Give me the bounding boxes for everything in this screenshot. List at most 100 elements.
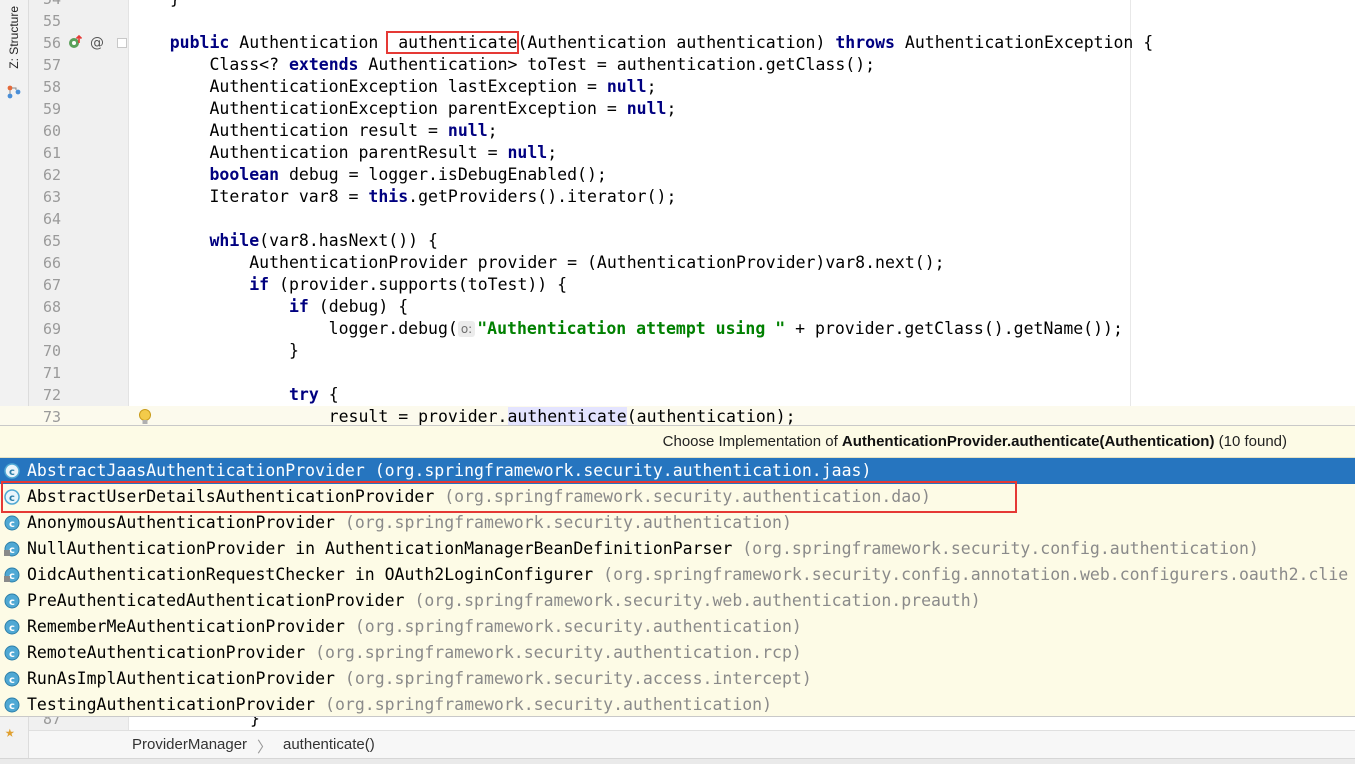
code-token: AuthenticationException lastException = xyxy=(130,77,607,96)
popup-title-prefix: Choose Implementation of xyxy=(662,433,842,450)
implementation-class-name: AnonymousAuthenticationProvider xyxy=(27,513,335,532)
implementation-class-name: TestingAuthenticationProvider xyxy=(27,695,316,714)
implementation-item[interactable]: c NullAuthenticationProvider in Authentic… xyxy=(0,536,1355,562)
code-token: (provider.supports(toTest)) { xyxy=(269,275,568,294)
code-line[interactable]: 61 Authentication parentResult = null; xyxy=(0,142,1355,164)
code-line[interactable]: 68 if (debug) { xyxy=(0,296,1355,318)
implementation-label: AnonymousAuthenticationProvider (org.spr… xyxy=(27,510,792,536)
implementation-class-name: RemoteAuthenticationProvider xyxy=(27,643,306,662)
code-text: Class<? extends Authentication> toTest =… xyxy=(130,54,875,76)
code-token: null xyxy=(606,77,647,96)
code-token: { xyxy=(318,385,339,404)
line-number: 58 xyxy=(42,78,61,96)
implements-method-icon[interactable] xyxy=(68,35,83,50)
code-line[interactable]: 72 try { xyxy=(0,384,1355,406)
implementation-label: TestingAuthenticationProvider (org.sprin… xyxy=(27,692,773,716)
code-line[interactable]: 62 boolean debug = logger.isDebugEnabled… xyxy=(0,164,1355,186)
status-bar xyxy=(0,758,1355,764)
implementation-class-name: RunAsImplAuthenticationProvider xyxy=(27,669,335,688)
code-line[interactable]: 71 xyxy=(0,362,1355,384)
fold-toggle-icon[interactable] xyxy=(117,38,127,48)
implementation-package: (org.springframework.security.authentica… xyxy=(344,513,792,532)
breadcrumb-class[interactable]: ProviderManager xyxy=(132,736,247,753)
code-line[interactable]: 69 logger.debug(o: "Authentication attemp… xyxy=(0,318,1355,340)
code-token: (Authentication authentication) xyxy=(517,33,836,52)
implementation-item[interactable]: c OidcAuthenticationRequestChecker in OAu… xyxy=(0,562,1355,588)
annotation-at-icon[interactable]: @ xyxy=(90,33,104,53)
code-line[interactable]: 64 xyxy=(0,208,1355,230)
code-token: AuthenticationException parentException … xyxy=(130,99,627,118)
code-text: if (provider.supports(toTest)) { xyxy=(130,274,567,296)
implementation-label: AbstractJaasAuthenticationProvider (org.… xyxy=(27,458,871,484)
implementation-item[interactable]: c RunAsImplAuthenticationProvider (org.sp… xyxy=(0,666,1355,692)
code-token: (debug) { xyxy=(308,297,409,316)
implementation-class-name: AbstractUserDetailsAuthenticationProvide… xyxy=(27,487,435,506)
code-token: "Authentication attempt using " xyxy=(477,319,786,338)
implementation-item[interactable]: c AbstractUserDetailsAuthenticationProvid… xyxy=(0,484,1355,510)
breadcrumb-method[interactable]: authenticate() xyxy=(283,736,375,753)
code-token: authenticate xyxy=(507,407,627,426)
code-token: try xyxy=(288,385,319,404)
parameter-hint: o: xyxy=(457,321,476,337)
code-token: .getProviders().iterator(); xyxy=(408,187,677,206)
implementation-item[interactable]: c PreAuthenticatedAuthenticationProvider … xyxy=(0,588,1355,614)
code-line[interactable]: 63 Iterator var8 = this.getProviders().i… xyxy=(0,186,1355,208)
class-icon: c xyxy=(4,697,20,713)
code-token: + provider.getClass().getName()); xyxy=(785,319,1123,338)
implementation-item[interactable]: c AnonymousAuthenticationProvider (org.sp… xyxy=(0,510,1355,536)
code-line: 54 } xyxy=(0,0,1355,10)
code-token: throws xyxy=(835,33,895,52)
implementation-list: c AbstractJaasAuthenticationProvider (org… xyxy=(0,458,1355,716)
line-number: 60 xyxy=(42,122,61,140)
code-line[interactable]: 55 xyxy=(0,10,1355,32)
code-token: result = provider. xyxy=(130,407,508,426)
class-icon: c xyxy=(4,671,20,687)
code-line[interactable]: 67 if (provider.supports(toTest)) { xyxy=(0,274,1355,296)
code-line: 87 } xyxy=(29,717,1355,730)
line-number: 56 xyxy=(42,34,61,52)
implementation-item[interactable]: c RemoteAuthenticationProvider (org.sprin… xyxy=(0,640,1355,666)
line-number: 55 xyxy=(42,12,61,30)
class-icon: c xyxy=(4,515,20,531)
code-line[interactable]: 65 while(var8.hasNext()) { xyxy=(0,230,1355,252)
code-text: AuthenticationException parentException … xyxy=(130,98,676,120)
code-text: boolean debug = logger.isDebugEnabled(); xyxy=(130,164,607,186)
implementation-item[interactable]: c AbstractJaasAuthenticationProvider (org… xyxy=(0,458,1355,484)
code-line[interactable]: 59 AuthenticationException parentExcepti… xyxy=(0,98,1355,120)
lightbulb-icon[interactable] xyxy=(138,408,152,426)
code-line[interactable]: 56 public Authentication authenticate(Au… xyxy=(0,31,1355,54)
implementation-label: RememberMeAuthenticationProvider (org.sp… xyxy=(27,614,802,640)
implementation-package: (org.springframework.security.config.ann… xyxy=(603,565,1349,584)
line-number: 67 xyxy=(42,276,61,294)
code-line[interactable]: 58 AuthenticationException lastException… xyxy=(0,76,1355,98)
code-text: } xyxy=(130,340,299,362)
code-line[interactable]: 57 Class<? extends Authentication> toTes… xyxy=(0,54,1355,76)
implementation-item[interactable]: c RememberMeAuthenticationProvider (org.s… xyxy=(0,614,1355,640)
implementation-label: NullAuthenticationProvider in Authentica… xyxy=(27,536,1259,562)
implementation-package: (org.springframework.security.authentica… xyxy=(325,695,773,714)
popup-title-count: (10 found) xyxy=(1214,433,1287,450)
breadcrumb: ProviderManager 〉 authenticate() xyxy=(29,730,1355,758)
implementation-package: (org.springframework.security.config.aut… xyxy=(742,539,1259,558)
code-token: debug = logger.isDebugEnabled(); xyxy=(279,165,607,184)
code-line[interactable]: 60 Authentication result = null; xyxy=(0,120,1355,142)
code-token: null xyxy=(626,99,667,118)
code-line[interactable]: 70 } xyxy=(0,340,1355,362)
code-token: ; xyxy=(547,143,558,162)
implementation-item[interactable]: c TestingAuthenticationProvider (org.spri… xyxy=(0,692,1355,716)
favorites-star-icon[interactable]: ★ xyxy=(5,724,15,740)
implementation-package: (org.springframework.security.authentica… xyxy=(444,487,931,506)
implementation-package: (org.springframework.security.authentica… xyxy=(354,617,802,636)
code-token: Authentication parentResult = xyxy=(130,143,508,162)
code-text: Iterator var8 = this.getProviders().iter… xyxy=(130,186,676,208)
class-abstract-icon: c xyxy=(4,489,20,505)
code-line[interactable]: 66 AuthenticationProvider provider = (Au… xyxy=(0,252,1355,274)
code-token: Authentication xyxy=(229,33,389,52)
code-token: while xyxy=(209,231,260,250)
implementation-label: RemoteAuthenticationProvider (org.spring… xyxy=(27,640,802,666)
code-token: extends xyxy=(288,55,359,74)
class-icon: c xyxy=(4,593,20,609)
